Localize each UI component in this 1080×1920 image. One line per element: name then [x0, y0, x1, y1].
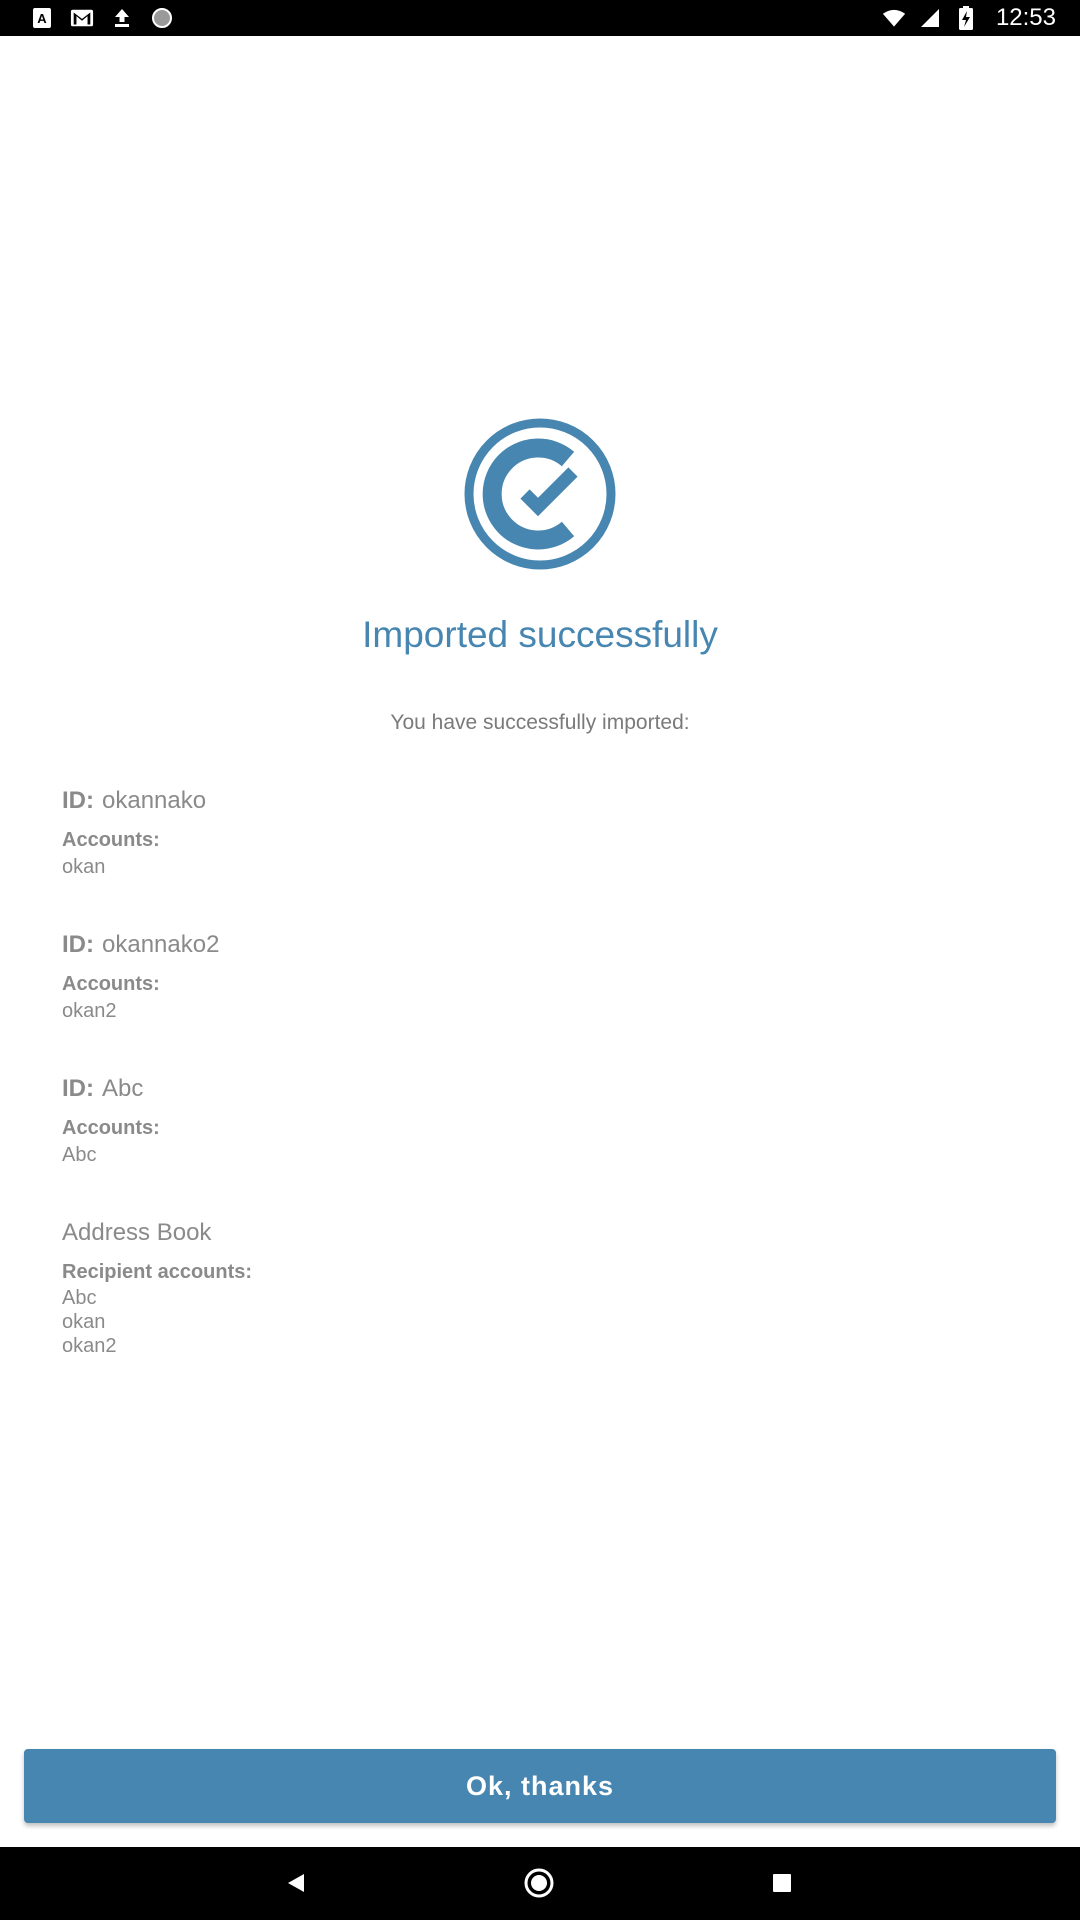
address-book-title: Address Book	[62, 1219, 212, 1246]
screen: A 12:53 Imported successfully You have s…	[0, 0, 1080, 1920]
imported-identity: ID: Abc Accounts: Abc	[62, 1072, 962, 1216]
identity-line: ID: Abc	[62, 1072, 962, 1106]
recipient-item: okan	[62, 1311, 106, 1333]
recents-icon[interactable]	[764, 1865, 800, 1901]
upload-icon	[110, 6, 134, 30]
identity-label: ID:	[62, 1075, 94, 1102]
account-item: okan	[62, 856, 106, 878]
accounts-label: Accounts:	[62, 973, 160, 995]
identity-label: ID:	[62, 787, 94, 814]
recipient-accounts-label: Recipient accounts:	[62, 1261, 253, 1283]
status-bar-notifications: A	[30, 0, 174, 36]
recipient-list: Abc okan okan2	[62, 1286, 962, 1358]
page-title: Imported successfully	[362, 614, 718, 655]
account-item: okan2	[62, 1000, 117, 1022]
navigation-bar	[0, 1847, 1080, 1920]
recipient-item: okan2	[62, 1335, 117, 1357]
battery-charging-icon	[954, 6, 978, 30]
back-icon[interactable]	[278, 1865, 314, 1901]
accounts-label: Accounts:	[62, 1117, 160, 1139]
gmail-icon	[70, 6, 94, 30]
wifi-icon	[882, 6, 906, 30]
account-item: Abc	[62, 1144, 97, 1166]
accounts-label: Accounts:	[62, 829, 160, 851]
identity-label: ID:	[62, 931, 94, 958]
identity-line: ID: okannako	[62, 784, 962, 818]
page-subtitle: You have successfully imported:	[390, 711, 690, 734]
imported-identity: ID: okannako Accounts: okan	[62, 784, 962, 928]
identity-line: ID: okannako2	[62, 928, 962, 962]
imported-list: ID: okannako Accounts: okan ID: okannako2 …	[62, 784, 962, 1360]
identity-value: Abc	[102, 1075, 144, 1102]
identity-value: okannako	[102, 787, 207, 814]
svg-text:A: A	[37, 11, 47, 26]
ok-thanks-button[interactable]: Ok, thanks	[24, 1749, 1056, 1823]
identity-value: okannako2	[102, 931, 220, 958]
home-icon[interactable]	[521, 1865, 557, 1901]
cell-signal-icon	[918, 6, 942, 30]
recipient-item: Abc	[62, 1287, 97, 1309]
circle-dot-icon	[150, 6, 174, 30]
a-badge-icon: A	[30, 6, 54, 30]
status-bar-system: 12:53	[882, 0, 1056, 36]
check-circle-icon	[464, 418, 616, 570]
status-time: 12:53	[995, 4, 1056, 31]
status-bar: A 12:53	[0, 0, 1080, 36]
imported-identity: ID: okannako2 Accounts: okan2	[62, 928, 962, 1072]
address-book-section: Address Book Recipient accounts: Abc oka…	[62, 1216, 962, 1360]
